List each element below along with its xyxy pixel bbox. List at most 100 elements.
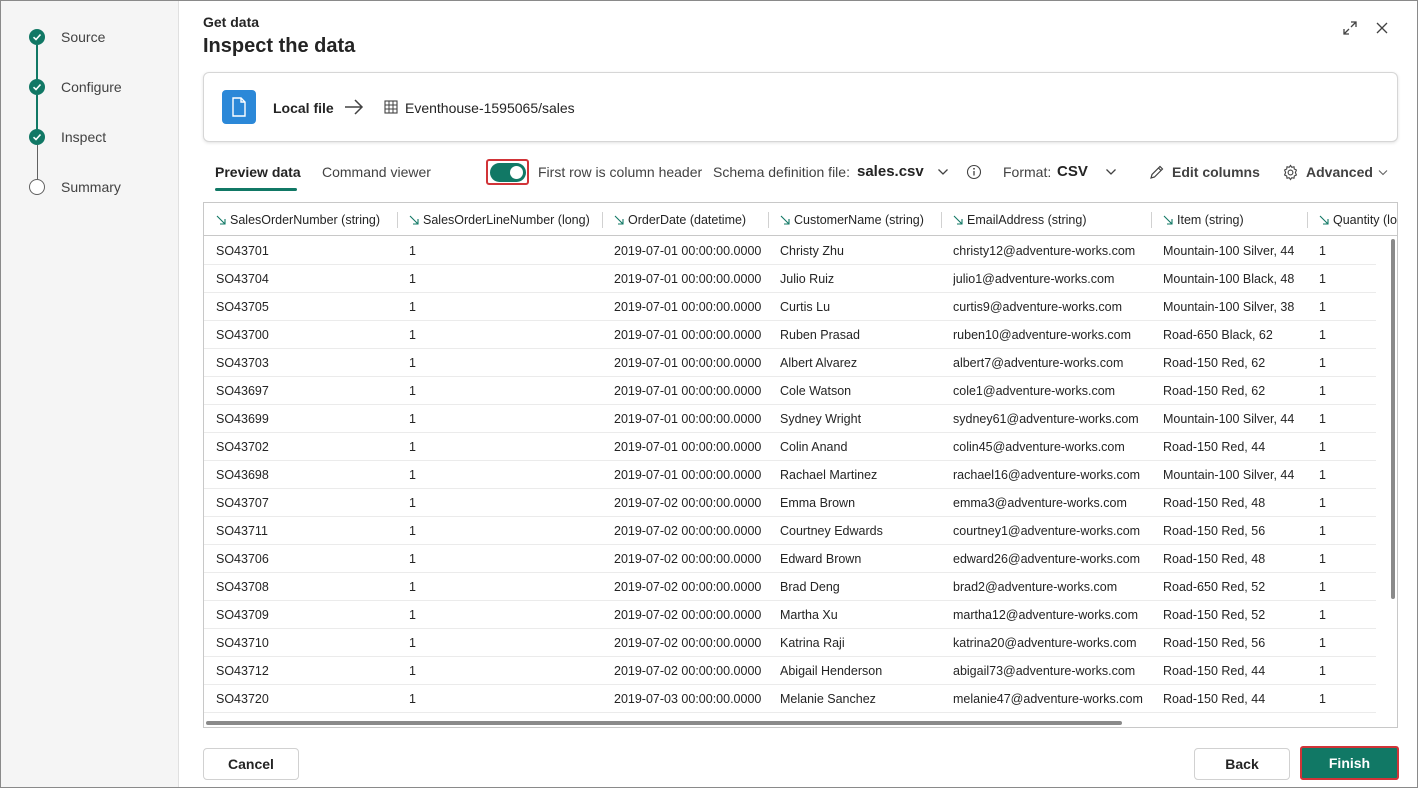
table-cell: 2019-07-02 00:00:00.0000 (614, 636, 762, 650)
format-dropdown[interactable]: CSV (1057, 163, 1088, 180)
column-resize-handle[interactable] (1151, 212, 1152, 228)
table-row[interactable]: SO43698 1 2019-07-01 00:00:00.0000 Rachael … (204, 461, 1376, 489)
table-row[interactable]: SO43704 1 2019-07-01 00:00:00.0000 Julio Ru… (204, 265, 1376, 293)
table-cell: 2019-07-02 00:00:00.0000 (614, 664, 762, 678)
table-cell: 1 (1319, 412, 1326, 426)
column-header[interactable]: Item (string) (1163, 203, 1244, 236)
table-cell: 2019-07-01 00:00:00.0000 (614, 468, 762, 482)
column-resize-handle[interactable] (602, 212, 603, 228)
table-row[interactable]: SO43697 1 2019-07-01 00:00:00.0000 Cole Wat… (204, 377, 1376, 405)
table-cell: Sydney Wright (780, 412, 862, 426)
table-cell: Curtis Lu (780, 300, 831, 314)
tab-command-viewer[interactable]: Command viewer (322, 164, 431, 180)
table-cell: 1 (1319, 300, 1326, 314)
table-cell: 1 (409, 692, 416, 706)
table-row[interactable]: SO43711 1 2019-07-02 00:00:00.0000 Courtney… (204, 517, 1376, 545)
table-cell: Road-650 Black, 62 (1163, 328, 1273, 342)
column-header[interactable]: SalesOrderLineNumber (long) (409, 203, 590, 236)
close-icon[interactable] (1372, 18, 1392, 38)
table-cell: SO43701 (216, 244, 269, 258)
column-header-label: Item (string) (1177, 212, 1244, 227)
table-cell: Mountain-100 Silver, 44 (1163, 412, 1295, 426)
table-cell: 2019-07-01 00:00:00.0000 (614, 244, 762, 258)
table-cell: emma3@adventure-works.com (953, 496, 1127, 510)
finish-button[interactable]: Finish (1300, 746, 1399, 780)
column-header-label: SalesOrderLineNumber (long) (423, 212, 590, 227)
column-header-label: Quantity (lo (1333, 212, 1397, 227)
table-row[interactable]: SO43712 1 2019-07-02 00:00:00.0000 Abigail … (204, 657, 1376, 685)
toggle-knob (509, 165, 523, 179)
column-header-label: CustomerName (string) (794, 212, 924, 227)
dialog-kicker: Get data (203, 14, 260, 30)
column-resize-handle[interactable] (1307, 212, 1308, 228)
schema-file-dropdown[interactable]: sales.csv (857, 163, 924, 180)
table-cell: Rachael Martinez (780, 468, 878, 482)
table-cell: katrina20@adventure-works.com (953, 636, 1137, 650)
column-resize-handle[interactable] (397, 212, 398, 228)
table-cell: albert7@adventure-works.com (953, 356, 1124, 370)
chevron-down-icon[interactable] (1374, 163, 1392, 181)
table-row[interactable]: SO43701 1 2019-07-01 00:00:00.0000 Christy … (204, 237, 1376, 265)
table-cell: 1 (1319, 524, 1326, 538)
cancel-button[interactable]: Cancel (203, 748, 299, 780)
column-resize-handle[interactable] (768, 212, 769, 228)
tab-preview-data[interactable]: Preview data (215, 164, 301, 180)
table-row[interactable]: SO43710 1 2019-07-02 00:00:00.0000 Katrina … (204, 629, 1376, 657)
table-row[interactable]: SO43702 1 2019-07-01 00:00:00.0000 Colin An… (204, 433, 1376, 461)
table-cell: 1 (409, 300, 416, 314)
source-summary-card: Local file Eventhouse-1595065/sales (203, 72, 1398, 142)
table-cell: edward26@adventure-works.com (953, 552, 1141, 566)
edit-icon[interactable] (1148, 163, 1166, 181)
preview-table[interactable]: SalesOrderNumber (string) SalesOrderLineN… (203, 202, 1398, 728)
table-row[interactable]: SO43709 1 2019-07-02 00:00:00.0000 Martha X… (204, 601, 1376, 629)
column-header[interactable]: SalesOrderNumber (string) (216, 203, 380, 236)
table-row[interactable]: SO43708 1 2019-07-02 00:00:00.0000 Brad Den… (204, 573, 1376, 601)
table-cell: 2019-07-02 00:00:00.0000 (614, 552, 762, 566)
step-label: Summary (61, 179, 121, 195)
gear-icon[interactable] (1281, 163, 1299, 181)
table-cell: 1 (409, 524, 416, 538)
step-label: Inspect (61, 129, 107, 145)
table-row[interactable]: SO43706 1 2019-07-02 00:00:00.0000 Edward B… (204, 545, 1376, 573)
horizontal-scrollbar[interactable] (206, 721, 1122, 725)
advanced-button[interactable]: Advanced (1306, 164, 1373, 180)
table-cell: 2019-07-01 00:00:00.0000 (614, 272, 762, 286)
toggle-switch[interactable] (489, 162, 526, 182)
table-cell: SO43706 (216, 552, 269, 566)
table-cell: 1 (1319, 440, 1326, 454)
sort-icon (780, 215, 790, 225)
table-cell: SO43703 (216, 356, 269, 370)
info-icon[interactable] (965, 163, 983, 181)
table-cell: SO43720 (216, 692, 269, 706)
circle-icon (29, 179, 45, 195)
table-cell: SO43709 (216, 608, 269, 622)
table-cell: 1 (409, 496, 416, 510)
table-cell: Mountain-100 Black, 48 (1163, 272, 1295, 286)
table-cell: cole1@adventure-works.com (953, 384, 1116, 398)
column-header[interactable]: CustomerName (string) (780, 203, 924, 236)
first-row-header-label: First row is column header (538, 164, 703, 180)
table-cell: 2019-07-03 00:00:00.0000 (614, 692, 762, 706)
table-cell: curtis9@adventure-works.com (953, 300, 1122, 314)
table-row[interactable]: SO43705 1 2019-07-01 00:00:00.0000 Curtis L… (204, 293, 1376, 321)
edit-columns-button[interactable]: Edit columns (1172, 164, 1260, 180)
chevron-down-icon[interactable] (934, 163, 952, 181)
table-row[interactable]: SO43720 1 2019-07-03 00:00:00.0000 Melanie … (204, 685, 1376, 713)
vertical-scrollbar[interactable] (1391, 239, 1395, 599)
back-button[interactable]: Back (1194, 748, 1290, 780)
table-row[interactable]: SO43707 1 2019-07-02 00:00:00.0000 Emma Bro… (204, 489, 1376, 517)
table-cell: christy12@adventure-works.com (953, 244, 1136, 258)
first-row-header-toggle[interactable] (486, 159, 529, 185)
table-row[interactable]: SO43699 1 2019-07-01 00:00:00.0000 Sydney W… (204, 405, 1376, 433)
column-header[interactable]: OrderDate (datetime) (614, 203, 746, 236)
table-row[interactable]: SO43703 1 2019-07-01 00:00:00.0000 Albert A… (204, 349, 1376, 377)
expand-icon[interactable] (1340, 18, 1360, 38)
table-cell: Road-150 Red, 44 (1163, 440, 1266, 454)
step-connector (36, 45, 38, 81)
column-header[interactable]: Quantity (lo (1319, 203, 1397, 236)
column-header[interactable]: EmailAddress (string) (953, 203, 1086, 236)
chevron-down-icon[interactable] (1102, 163, 1120, 181)
column-resize-handle[interactable] (941, 212, 942, 228)
table-cell: 1 (409, 552, 416, 566)
table-row[interactable]: SO43700 1 2019-07-01 00:00:00.0000 Ruben Pr… (204, 321, 1376, 349)
